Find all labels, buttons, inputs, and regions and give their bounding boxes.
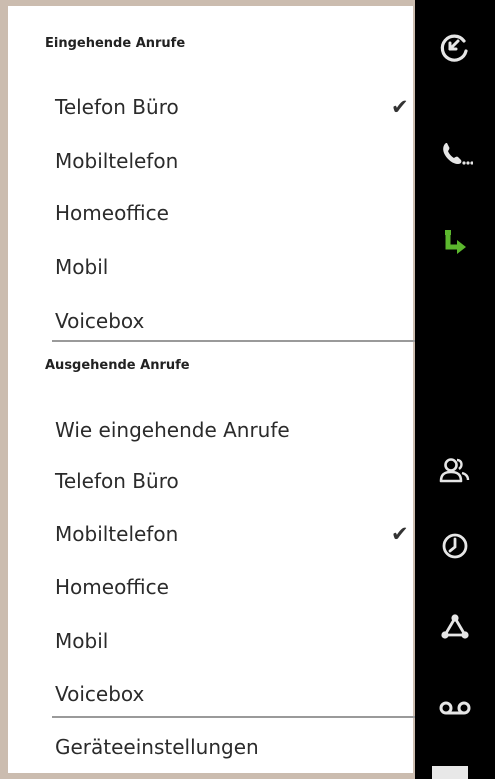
history-icon[interactable]	[433, 524, 477, 568]
outgoing-item-telefon-buero[interactable]: Telefon Büro	[8, 454, 413, 508]
menu-item-label: Telefon Büro	[55, 95, 179, 119]
incoming-item-mobil[interactable]: Mobil	[8, 240, 413, 294]
outgoing-calls-heading: Ausgehende Anrufe	[45, 358, 190, 373]
menu-item-label: Homeoffice	[55, 575, 169, 599]
menu-item-label: Geräteeinstellungen	[55, 735, 259, 759]
incoming-item-mobiltelefon[interactable]: Mobiltelefon	[8, 134, 413, 188]
checkmark-icon: ✔	[391, 95, 409, 119]
callback-icon[interactable]	[433, 26, 477, 70]
incoming-item-homeoffice[interactable]: Homeoffice	[8, 186, 413, 240]
device-settings-item[interactable]: Geräteeinstellungen	[8, 720, 413, 774]
rail-bottom-button[interactable]	[432, 766, 468, 779]
menu-item-label: Voicebox	[55, 309, 145, 333]
outgoing-item-mobiltelefon[interactable]: Mobiltelefon ✔	[8, 507, 413, 561]
menu-item-label: Telefon Büro	[55, 469, 179, 493]
call-routing-menu: Eingehende Anrufe Telefon Büro ✔ Mobilte…	[0, 0, 417, 779]
menu-panel: Eingehende Anrufe Telefon Büro ✔ Mobilte…	[8, 6, 417, 774]
menu-item-label: Wie eingehende Anrufe	[55, 418, 290, 442]
call-forward-icon[interactable]	[433, 222, 477, 266]
side-rail	[415, 0, 495, 779]
phone-more-icon[interactable]	[433, 132, 477, 176]
menu-item-label: Mobiltelefon	[55, 522, 179, 546]
section-divider	[52, 340, 417, 342]
network-icon[interactable]	[433, 605, 477, 649]
contacts-icon[interactable]	[433, 448, 477, 492]
menu-item-label: Homeoffice	[55, 201, 169, 225]
outgoing-item-wie-eingehende[interactable]: Wie eingehende Anrufe	[8, 403, 413, 457]
menu-item-label: Voicebox	[55, 682, 145, 706]
outgoing-item-voicebox[interactable]: Voicebox	[8, 667, 413, 721]
outgoing-item-homeoffice[interactable]: Homeoffice	[8, 560, 413, 614]
incoming-calls-heading: Eingehende Anrufe	[45, 36, 186, 51]
incoming-item-telefon-buero[interactable]: Telefon Büro ✔	[8, 80, 413, 134]
menu-item-label: Mobiltelefon	[55, 149, 179, 173]
section-divider	[52, 716, 417, 718]
voicemail-icon[interactable]	[433, 684, 477, 728]
outgoing-item-mobil[interactable]: Mobil	[8, 614, 413, 668]
menu-item-label: Mobil	[55, 255, 109, 279]
checkmark-icon: ✔	[391, 522, 409, 546]
menu-item-label: Mobil	[55, 629, 109, 653]
